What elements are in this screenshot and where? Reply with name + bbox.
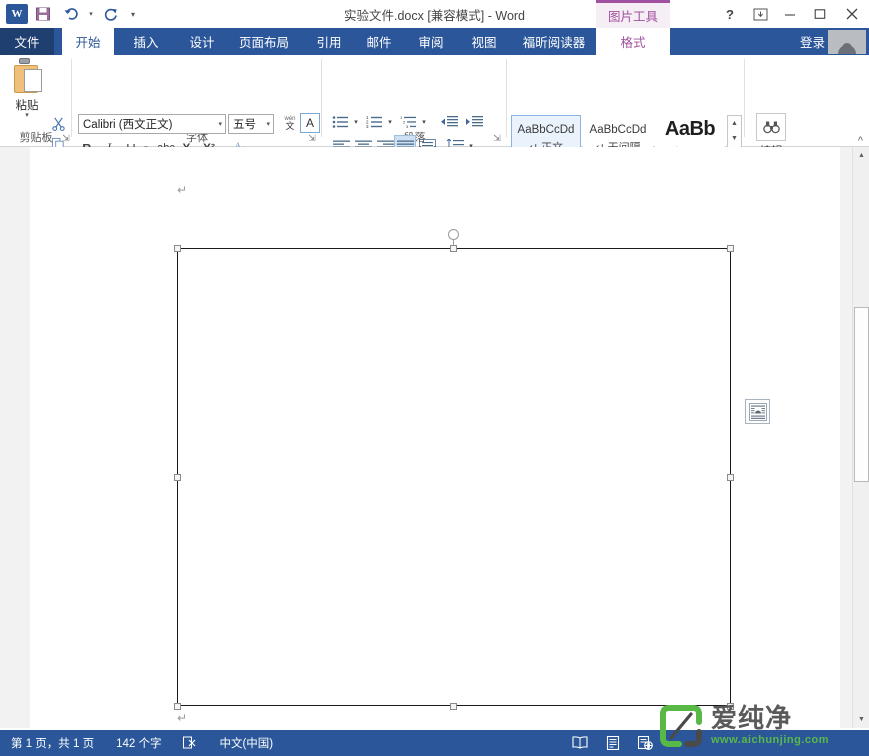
- font-size-chevron-down-icon[interactable]: ▾: [266, 120, 270, 128]
- tab-home[interactable]: 开始: [62, 28, 114, 55]
- vertical-scrollbar[interactable]: ▲ ▼: [852, 147, 869, 728]
- font-name-combobox[interactable]: Calibri (西文正文) ▾: [78, 114, 226, 134]
- read-mode-icon[interactable]: [563, 730, 596, 756]
- ribbon-display-options-icon[interactable]: [745, 0, 775, 28]
- view-buttons: [563, 730, 662, 756]
- tab-foxit-reader[interactable]: 福昕阅读器: [512, 28, 596, 55]
- character-border-icon[interactable]: A: [300, 113, 320, 133]
- selected-picture[interactable]: [177, 248, 731, 706]
- svg-text:3: 3: [406, 124, 409, 129]
- numbering-icon[interactable]: 1 2 3: [364, 113, 384, 131]
- resize-handle-middle-right[interactable]: [727, 474, 734, 481]
- styles-gallery-down-icon[interactable]: ▼: [728, 131, 741, 146]
- resize-handle-top-center[interactable]: [450, 245, 457, 252]
- redo-icon[interactable]: [98, 2, 124, 26]
- tab-format[interactable]: 格式: [596, 28, 670, 55]
- proofing-errors-icon[interactable]: [172, 730, 208, 756]
- numbering-chevron-down-icon[interactable]: ▾: [385, 113, 395, 131]
- style-sample-no-spacing: AaBbCcDd: [590, 124, 647, 136]
- tab-insert[interactable]: 插入: [122, 28, 170, 55]
- tab-design[interactable]: 设计: [178, 28, 226, 55]
- increase-indent-icon[interactable]: [463, 113, 484, 131]
- font-name-value: Calibri (西文正文): [83, 116, 172, 132]
- font-dialog-launcher[interactable]: ⇲: [306, 132, 318, 144]
- tab-references[interactable]: 引用: [305, 28, 353, 55]
- tab-page-layout[interactable]: 页面布局: [228, 28, 300, 55]
- watermark-url: www.aichunjing.com: [711, 734, 829, 746]
- phonetic-guide-icon[interactable]: wén文: [280, 113, 300, 133]
- tab-file[interactable]: 文件: [0, 28, 54, 55]
- language-indicator[interactable]: 中文(中国): [208, 730, 284, 756]
- group-paragraph: 段落 ⇲: [322, 55, 507, 147]
- paste-dropdown-icon[interactable]: ▾: [4, 111, 50, 119]
- document-area: ↵ ↵: [0, 147, 869, 728]
- word-count[interactable]: 142 个字: [105, 730, 172, 756]
- scrollbar-thumb[interactable]: [854, 307, 869, 482]
- watermark: 爱纯净 www.aichunjing.com: [657, 700, 863, 752]
- bullets-chevron-down-icon[interactable]: ▾: [351, 113, 361, 131]
- sign-in-link[interactable]: 登录: [800, 28, 825, 55]
- tab-review[interactable]: 审阅: [407, 28, 455, 55]
- collapse-ribbon-icon[interactable]: ^: [858, 135, 863, 147]
- rotation-handle[interactable]: [448, 229, 459, 240]
- page-info[interactable]: 第 1 页，共 1 页: [0, 730, 105, 756]
- print-layout-icon[interactable]: [596, 730, 629, 756]
- style-sample-heading1: AaBb: [665, 118, 715, 141]
- avatar-body-icon: [838, 45, 856, 54]
- paste-icon[interactable]: [12, 61, 44, 95]
- undo-icon[interactable]: [58, 2, 84, 26]
- title-bar: W ▾ ▾: [0, 0, 869, 28]
- word-window: W ▾ ▾: [0, 0, 869, 756]
- find-binoculars-icon[interactable]: [756, 113, 786, 141]
- clipboard-clip-icon: [19, 58, 30, 64]
- window-controls: ?: [715, 0, 869, 28]
- decrease-indent-icon[interactable]: [438, 113, 459, 131]
- multilevel-list-icon[interactable]: 1 2 3: [398, 113, 418, 131]
- font-size-value: 五号: [233, 116, 256, 132]
- clipboard-page-icon: [24, 69, 42, 92]
- avatar[interactable]: [828, 30, 866, 54]
- resize-handle-top-right[interactable]: [727, 245, 734, 252]
- watermark-text: 爱纯净 www.aichunjing.com: [711, 706, 829, 745]
- watermark-brand: 爱纯净: [711, 706, 829, 733]
- help-icon[interactable]: ?: [715, 0, 745, 28]
- tab-mailings[interactable]: 邮件: [355, 28, 403, 55]
- undo-dropdown-icon[interactable]: ▾: [86, 2, 96, 26]
- maximize-button[interactable]: [805, 0, 835, 28]
- svg-text:3: 3: [366, 124, 369, 129]
- customize-qat-icon[interactable]: ▾: [126, 2, 140, 26]
- picture-tools-contextual-label: 图片工具: [596, 0, 670, 28]
- cut-icon[interactable]: [48, 114, 68, 132]
- style-sample-normal: AaBbCcDd: [518, 124, 575, 136]
- resize-handle-bottom-left[interactable]: [174, 703, 181, 710]
- aichunjing-logo-icon: [657, 704, 703, 748]
- multilevel-chevron-down-icon[interactable]: ▾: [419, 113, 429, 131]
- ribbon: 粘贴 ▾ 剪贴板 ⇲ 字: [0, 55, 869, 147]
- group-clipboard: 粘贴 ▾ 剪贴板 ⇲: [0, 55, 72, 147]
- font-name-chevron-down-icon[interactable]: ▾: [218, 120, 222, 128]
- word-app-logo: W: [6, 4, 28, 24]
- paragraph-mark-bottom: ↵: [177, 711, 187, 725]
- font-size-combobox[interactable]: 五号 ▾: [228, 114, 274, 134]
- tab-view[interactable]: 视图: [460, 28, 508, 55]
- quick-access-toolbar: W ▾ ▾: [0, 0, 140, 28]
- save-icon[interactable]: [30, 2, 56, 26]
- scroll-up-arrow-icon[interactable]: ▲: [853, 147, 869, 164]
- minimize-button[interactable]: [775, 0, 805, 28]
- document-page[interactable]: ↵ ↵: [30, 147, 840, 728]
- paragraph-mark-top: ↵: [177, 183, 187, 197]
- bullets-icon[interactable]: [330, 113, 350, 131]
- paragraph-dialog-launcher[interactable]: ⇲: [491, 132, 503, 144]
- styles-gallery-up-icon[interactable]: ▲: [728, 116, 741, 131]
- ribbon-tab-strip: 文件 开始 插入 设计 页面布局 引用 邮件 审阅 视图 福昕阅读器 格式 登录: [0, 28, 869, 55]
- resize-handle-middle-left[interactable]: [174, 474, 181, 481]
- resize-handle-bottom-center[interactable]: [450, 703, 457, 710]
- close-button[interactable]: [835, 0, 869, 28]
- resize-handle-top-left[interactable]: [174, 245, 181, 252]
- layout-options-icon[interactable]: [745, 399, 770, 424]
